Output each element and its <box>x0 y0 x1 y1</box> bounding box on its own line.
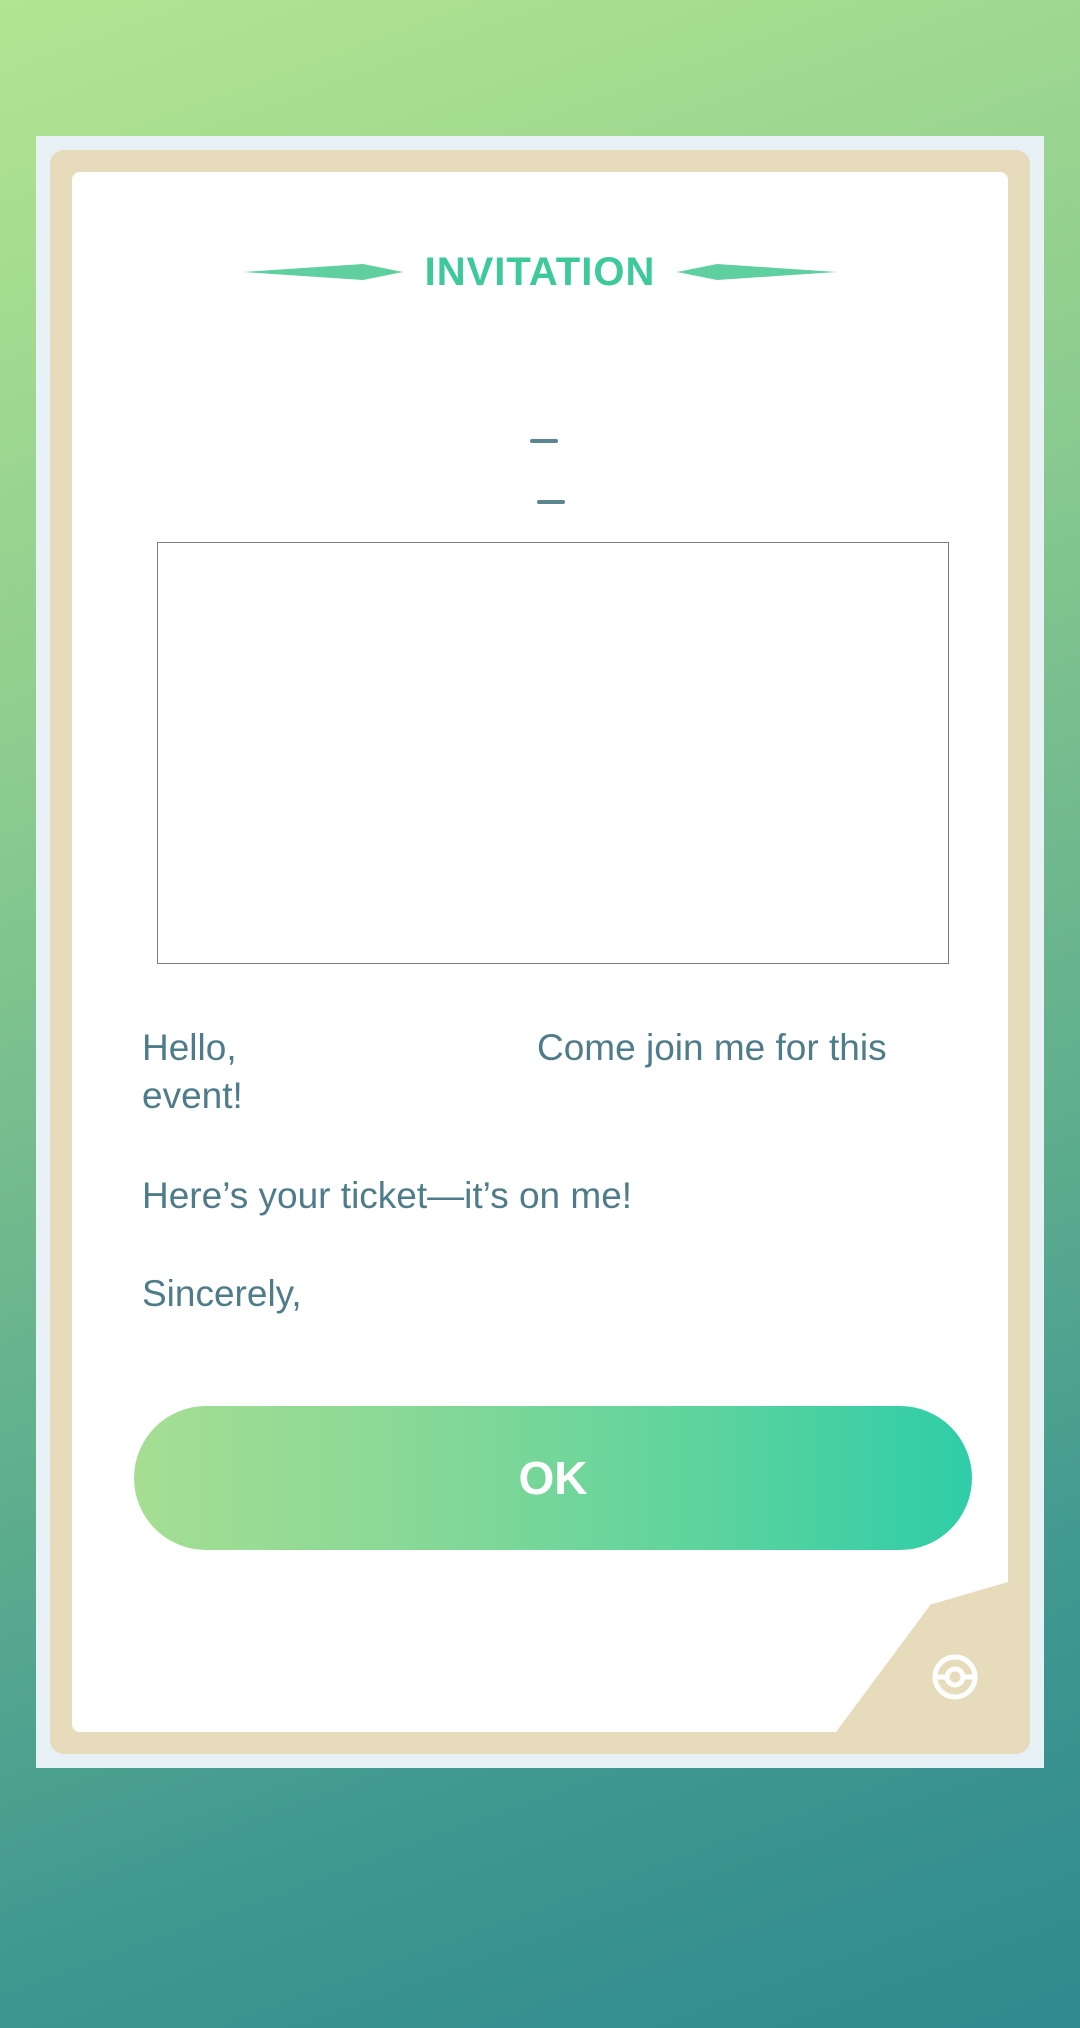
sender-name-placeholder <box>530 439 558 443</box>
ok-button[interactable]: OK <box>134 1406 972 1550</box>
corner-fold <box>836 1582 1008 1732</box>
join-text-continuation: event! <box>142 1075 243 1116</box>
event-image-placeholder <box>157 542 949 964</box>
pokeball-icon <box>932 1654 978 1700</box>
dialog-content: INVITATION Hello, Come join me for this … <box>72 172 1008 1732</box>
dialog-header: INVITATION <box>72 242 1008 302</box>
dialog-title: INVITATION <box>424 249 656 294</box>
right-diamond-bar-icon <box>677 264 838 280</box>
dialog-frame: INVITATION Hello, Come join me for this … <box>50 150 1030 1754</box>
message-greeting-paragraph: Hello, Come join me for this event! <box>142 1024 942 1120</box>
event-name-placeholder <box>537 500 565 504</box>
join-text: Come join me for this <box>537 1027 887 1068</box>
left-diamond-bar-icon <box>242 264 403 280</box>
ticket-text: Here’s your ticket—it’s on me! <box>142 1175 633 1216</box>
invitation-dialog: INVITATION Hello, Come join me for this … <box>36 136 1044 1768</box>
greeting-text: Hello, <box>142 1027 237 1068</box>
closing-text: Sincerely, <box>142 1273 302 1314</box>
